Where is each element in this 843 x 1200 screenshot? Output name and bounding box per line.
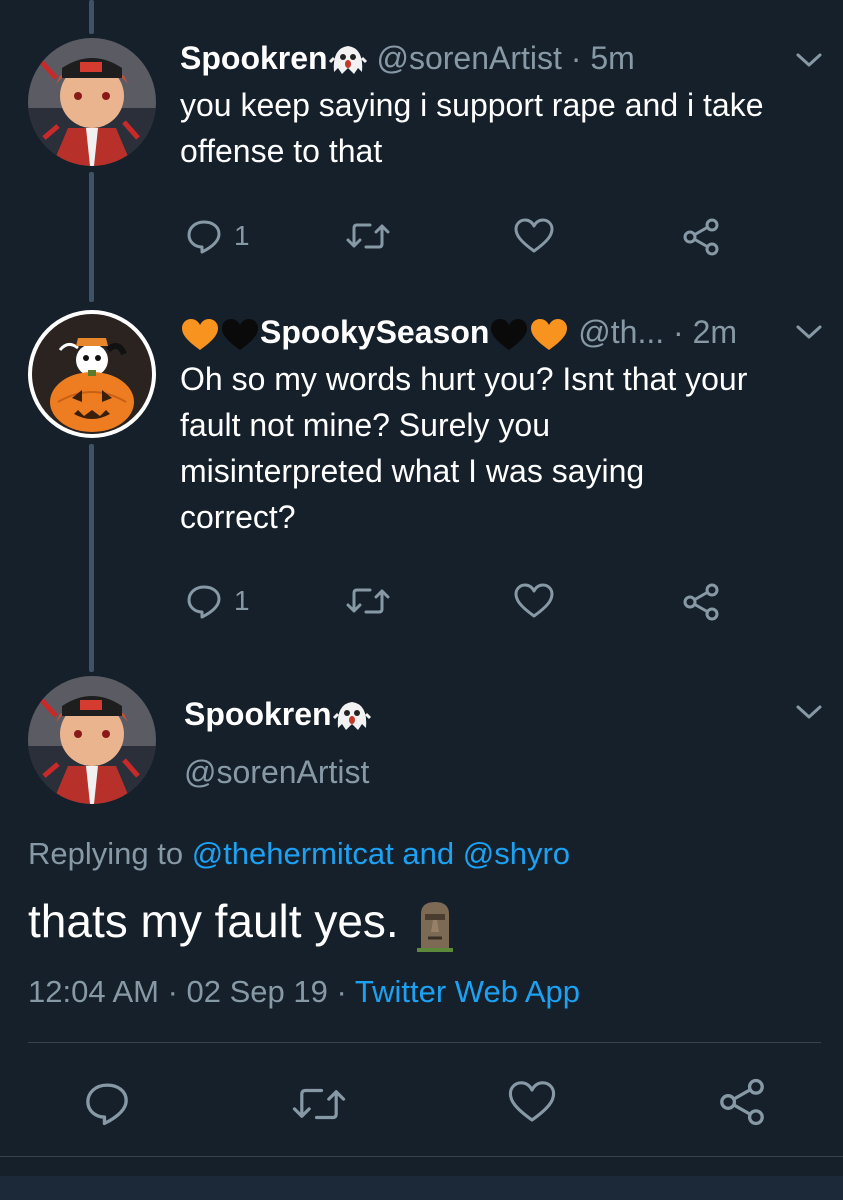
handle-row: @sorenArtist bbox=[184, 752, 369, 792]
tweet-text: Oh so my words hurt you? Isnt that your … bbox=[180, 356, 747, 540]
main-tweet-text: thats my fault yes. bbox=[28, 892, 457, 952]
display-name[interactable]: Spookren bbox=[184, 696, 332, 732]
avatar-image bbox=[28, 676, 156, 804]
reply-user-link[interactable]: @thehermitcat bbox=[192, 836, 394, 871]
retweet-button[interactable] bbox=[346, 220, 390, 252]
reply-button[interactable] bbox=[84, 1080, 130, 1126]
heart-icon bbox=[514, 218, 554, 253]
reply-button[interactable]: 1 bbox=[186, 583, 250, 619]
orange-heart-icon bbox=[182, 318, 218, 350]
tweet-text-line: Oh so my words hurt you? Isnt that your bbox=[180, 361, 748, 397]
thread-line-2 bbox=[89, 444, 94, 672]
handle[interactable]: @th... bbox=[578, 314, 664, 350]
tweet-header: SpookySeason @th... · 2m bbox=[180, 312, 737, 353]
avatar-image bbox=[28, 38, 156, 166]
handle[interactable]: @sorenArtist bbox=[184, 754, 369, 790]
reply-count: 1 bbox=[234, 220, 250, 251]
moai-emoji-icon bbox=[417, 901, 454, 952]
share-icon bbox=[683, 583, 719, 621]
tweet-header: Spookren @sorenArtist · 5m bbox=[180, 38, 635, 80]
retweet-icon bbox=[346, 223, 390, 249]
tweet-text: you keep saying i support rape and i tak… bbox=[180, 82, 763, 174]
tweet-text-line: fault not mine? Surely you bbox=[180, 407, 550, 443]
chevron-down-icon[interactable] bbox=[794, 50, 824, 70]
chevron-down-icon[interactable] bbox=[794, 702, 824, 722]
reply-user-link[interactable]: @shyro bbox=[463, 836, 570, 871]
thread-line-top bbox=[89, 0, 94, 34]
retweet-icon bbox=[292, 1088, 346, 1120]
avatar[interactable] bbox=[28, 676, 156, 804]
divider bbox=[28, 1042, 821, 1043]
black-heart-icon bbox=[491, 318, 528, 350]
like-button[interactable] bbox=[508, 1080, 556, 1124]
tweet-header: Spookren bbox=[184, 694, 372, 736]
reply-icon bbox=[187, 585, 221, 619]
retweet-icon bbox=[346, 588, 390, 614]
tweet-client-link[interactable]: Twitter Web App bbox=[355, 974, 580, 1009]
retweet-button[interactable] bbox=[346, 585, 390, 617]
divider bbox=[0, 1156, 843, 1157]
display-name[interactable]: Spookren bbox=[180, 40, 328, 76]
reply-and-text: and bbox=[402, 836, 455, 871]
timestamp[interactable]: · 5m bbox=[571, 40, 635, 76]
timestamp[interactable]: · 2m bbox=[673, 314, 737, 350]
reply-icon bbox=[86, 1083, 128, 1126]
share-button[interactable] bbox=[682, 583, 720, 621]
replying-to-label: Replying to bbox=[28, 836, 184, 871]
handle[interactable]: @sorenArtist bbox=[376, 40, 561, 76]
bottom-bar bbox=[0, 1176, 843, 1200]
reply-button[interactable]: 1 bbox=[186, 218, 250, 254]
reply-icon bbox=[187, 220, 221, 254]
tweet-text-line: offense to that bbox=[180, 133, 383, 169]
heart-icon bbox=[508, 1081, 556, 1122]
avatar-image bbox=[32, 314, 152, 434]
chevron-down-icon[interactable] bbox=[794, 322, 824, 342]
tweet-text-line: you keep saying i support rape and i tak… bbox=[180, 87, 764, 123]
like-button[interactable] bbox=[514, 583, 554, 619]
orange-heart-icon bbox=[531, 318, 568, 350]
thread-line-1 bbox=[89, 172, 94, 302]
tweet-timestamp[interactable]: 12:04 AM · 02 Sep 19 · bbox=[28, 974, 347, 1009]
tweet-text-line: correct? bbox=[180, 499, 296, 535]
tweet-text: thats my fault yes. bbox=[28, 895, 399, 947]
replying-to: Replying to @thehermitcat and @shyro bbox=[28, 834, 570, 874]
retweet-button[interactable] bbox=[292, 1084, 346, 1124]
ghost-emoji-icon bbox=[332, 701, 371, 730]
share-button[interactable] bbox=[682, 218, 720, 256]
share-icon bbox=[720, 1078, 764, 1126]
black-heart-icon bbox=[222, 318, 258, 350]
avatar[interactable] bbox=[28, 38, 156, 166]
tweet-text-line: misinterpreted what I was saying bbox=[180, 453, 645, 489]
like-button[interactable] bbox=[514, 218, 554, 254]
avatar[interactable] bbox=[28, 310, 156, 438]
ghost-emoji-icon bbox=[328, 45, 367, 74]
heart-icon bbox=[514, 583, 554, 618]
tweet-meta: 12:04 AM · 02 Sep 19 · Twitter Web App bbox=[28, 972, 580, 1012]
share-button[interactable] bbox=[718, 1078, 766, 1126]
share-icon bbox=[683, 218, 719, 256]
reply-count: 1 bbox=[234, 585, 250, 616]
display-name[interactable]: SpookySeason bbox=[260, 314, 489, 350]
